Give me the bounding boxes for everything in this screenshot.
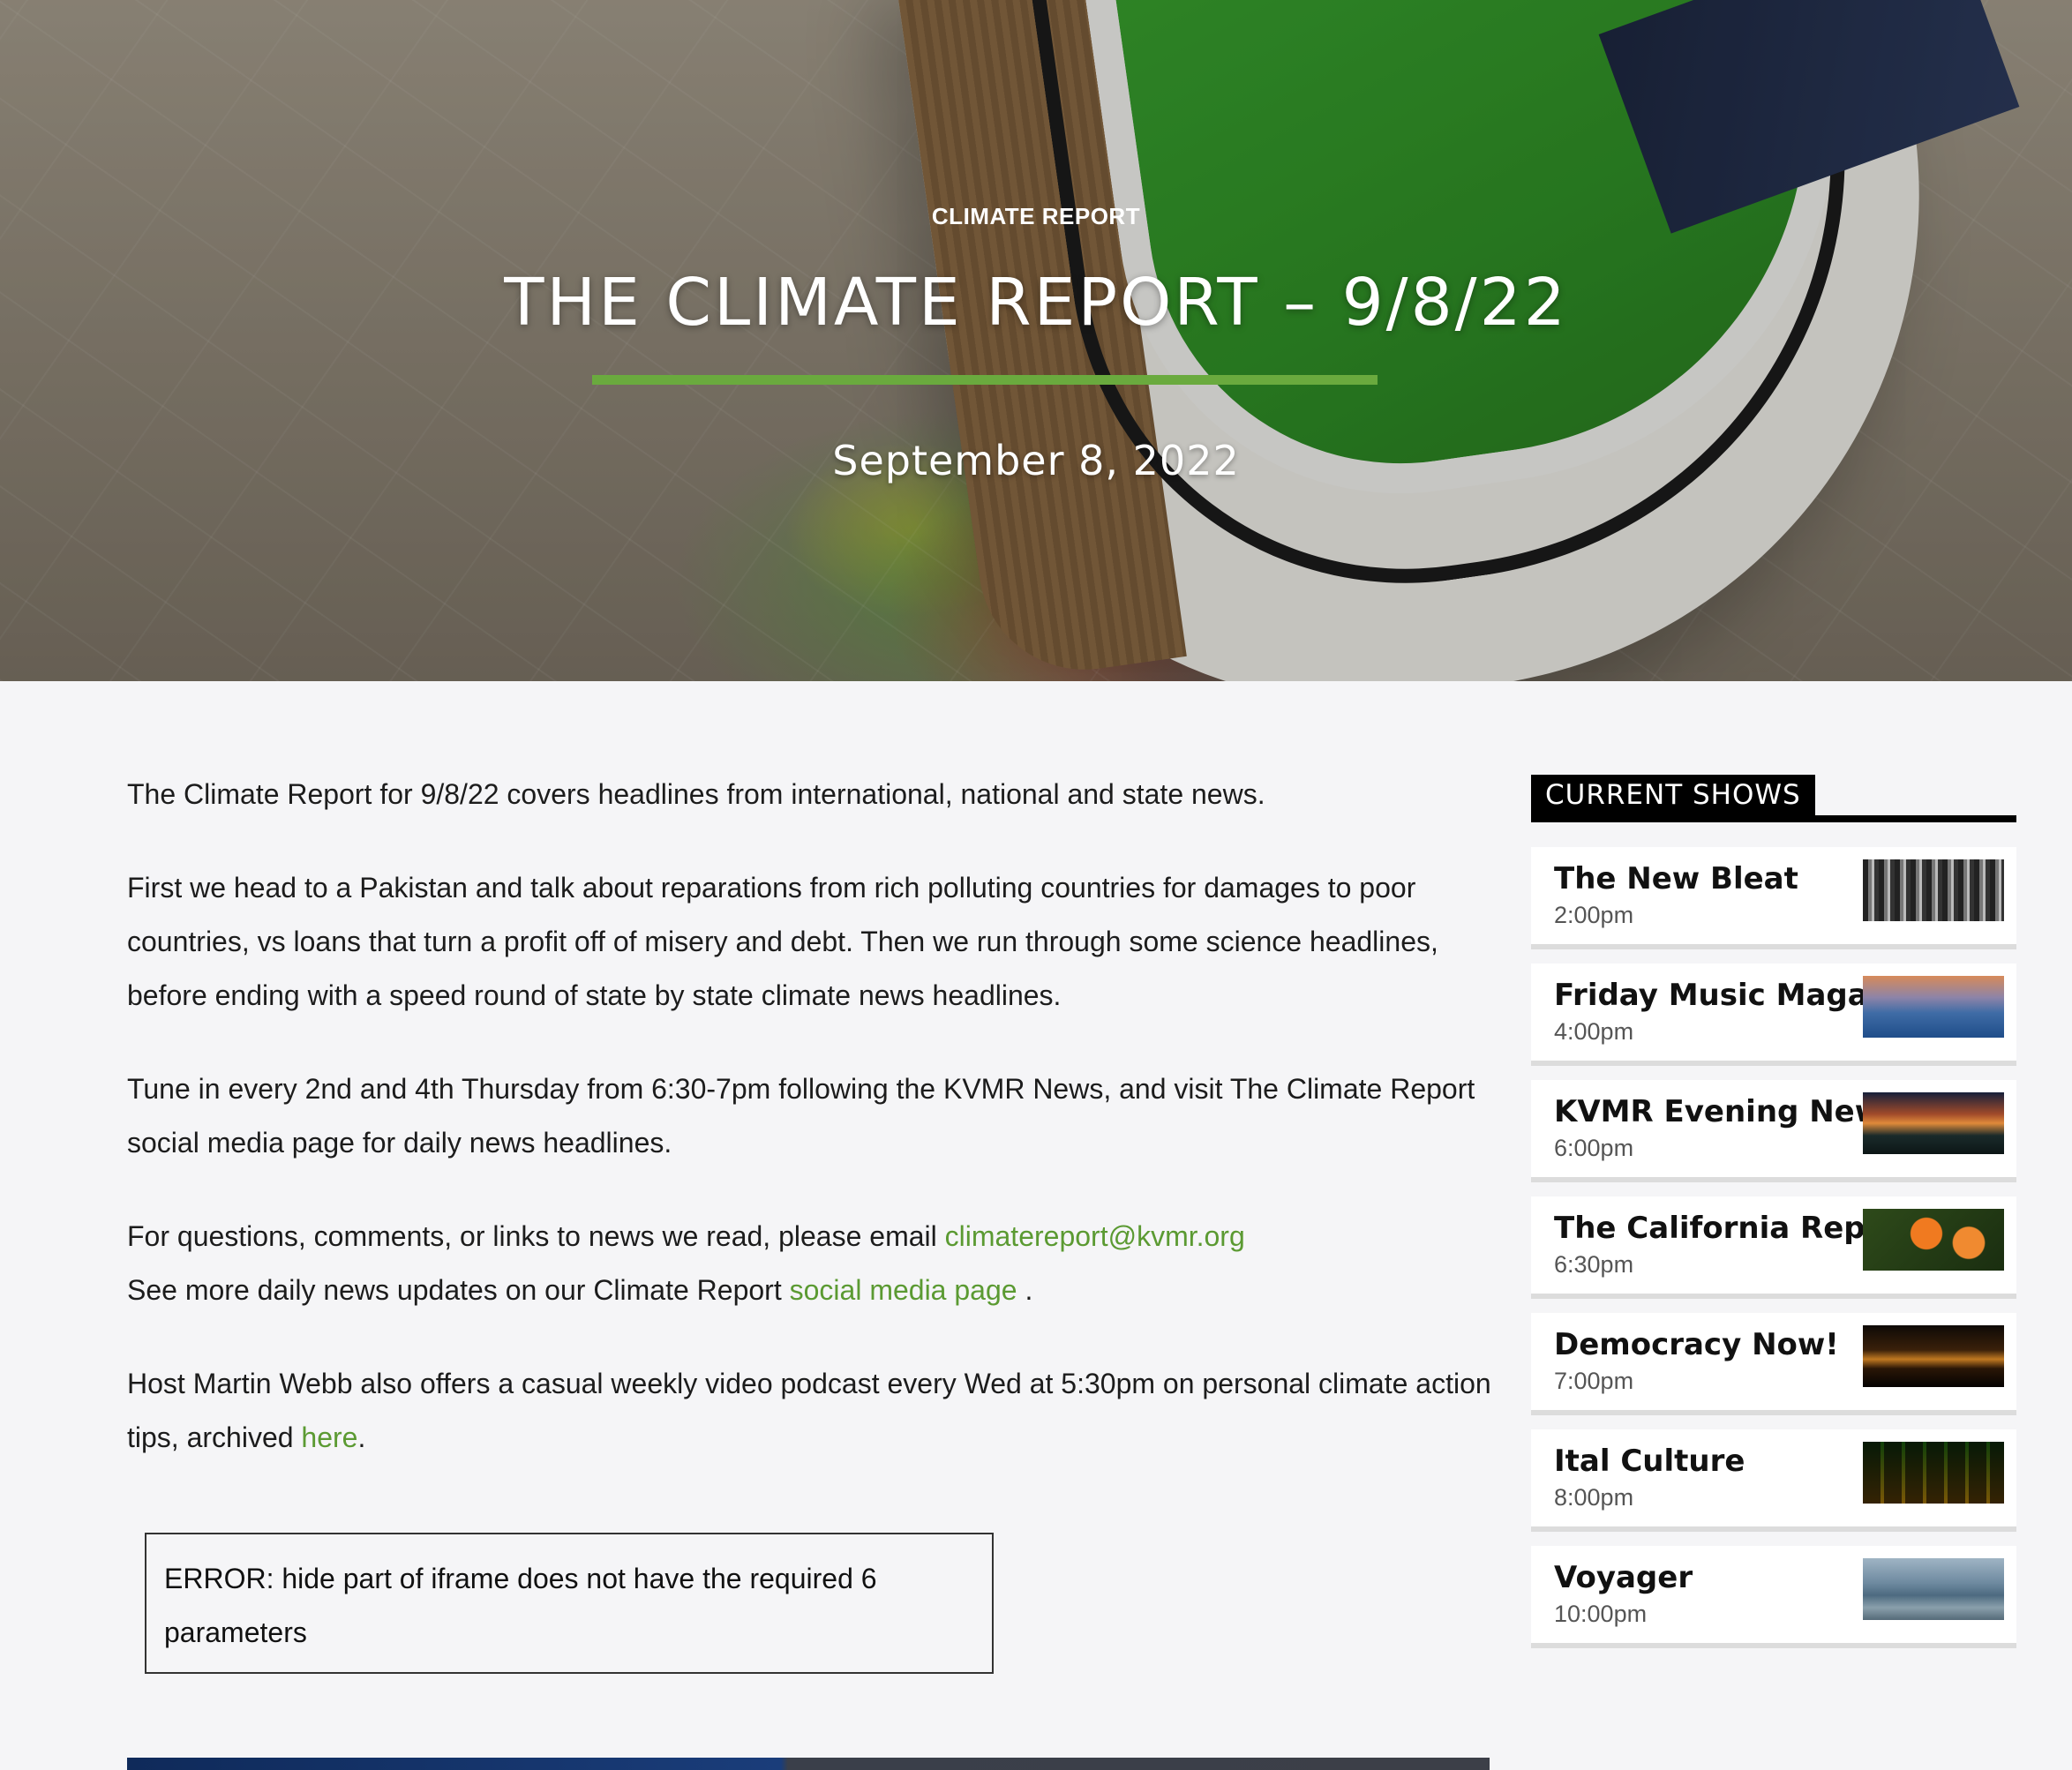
show-name[interactable]: Democracy Now! xyxy=(1554,1327,1839,1362)
show-time: 2:00pm xyxy=(1554,902,1634,928)
show-item[interactable]: Voyager 10:00pm xyxy=(1531,1546,2016,1648)
iframe-error-message: ERROR: hide part of iframe does not have… xyxy=(164,1563,877,1648)
show-name[interactable]: The California Report xyxy=(1554,1211,1915,1246)
show-thumbnail[interactable] xyxy=(1863,1442,2004,1504)
podcast-text-suffix: . xyxy=(357,1421,366,1453)
show-thumbnail[interactable] xyxy=(1863,976,2004,1038)
show-time: 10:00pm xyxy=(1554,1601,1648,1627)
iframe-error-box: ERROR: hide part of iframe does not have… xyxy=(145,1533,994,1674)
show-time: 6:00pm xyxy=(1554,1135,1634,1161)
post-date: September 8, 2022 xyxy=(832,437,1240,484)
podcast-archive-link[interactable]: here xyxy=(301,1421,357,1453)
show-item[interactable]: Democracy Now! 7:00pm xyxy=(1531,1313,2016,1415)
show-time: 4:00pm xyxy=(1554,1018,1634,1045)
article-paragraph: First we head to a Pakistan and talk abo… xyxy=(127,872,1438,1011)
current-shows-widget: CURRENT SHOWS The New Bleat 2:00pm Frida… xyxy=(1531,775,2016,1648)
show-thumbnail[interactable] xyxy=(1863,1558,2004,1620)
article-paragraph: The Climate Report for 9/8/22 covers hea… xyxy=(127,778,1265,810)
article-paragraph-podcast: Host Martin Webb also offers a casual we… xyxy=(127,1357,1504,1465)
page-title: THE CLIMATE REPORT – 9/8/22 xyxy=(504,265,1568,341)
show-thumbnail[interactable] xyxy=(1863,1092,2004,1154)
show-item[interactable]: The New Bleat 2:00pm xyxy=(1531,847,2016,949)
show-name[interactable]: Ital Culture xyxy=(1554,1444,1745,1479)
show-thumbnail[interactable] xyxy=(1863,859,2004,921)
show-name[interactable]: KVMR Evening News xyxy=(1554,1094,1900,1129)
show-thumbnail[interactable] xyxy=(1863,1325,2004,1387)
social-media-link[interactable]: social media page xyxy=(790,1274,1017,1306)
show-time: 7:00pm xyxy=(1554,1368,1634,1394)
show-thumbnail[interactable] xyxy=(1863,1209,2004,1271)
embedded-player-top-edge[interactable] xyxy=(127,1758,1490,1770)
show-item[interactable]: Ital Culture 8:00pm xyxy=(1531,1429,2016,1532)
show-item[interactable]: KVMR Evening News 6:00pm xyxy=(1531,1080,2016,1182)
show-item[interactable]: The California Report 6:30pm xyxy=(1531,1196,2016,1299)
article-paragraph: Tune in every 2nd and 4th Thursday from … xyxy=(127,1073,1475,1159)
show-name[interactable]: Voyager xyxy=(1554,1560,1693,1595)
post-category[interactable]: CLIMATE REPORT xyxy=(0,203,2072,230)
contact-text: For questions, comments, or links to new… xyxy=(127,1220,945,1252)
article-paragraph-contact: For questions, comments, or links to new… xyxy=(127,1210,1504,1317)
show-name[interactable]: The New Bleat xyxy=(1554,861,1798,896)
social-text: See more daily news updates on our Clima… xyxy=(127,1274,790,1306)
article-body: The Climate Report for 9/8/22 covers hea… xyxy=(127,768,1504,1504)
current-shows-heading-label: CURRENT SHOWS xyxy=(1531,775,1815,815)
social-text-suffix: . xyxy=(1017,1274,1033,1306)
title-underline xyxy=(592,375,1378,385)
current-shows-heading: CURRENT SHOWS xyxy=(1531,775,2016,822)
hero-banner: CLIMATE REPORT THE CLIMATE REPORT – 9/8/… xyxy=(0,0,2072,681)
show-item[interactable]: Friday Music Magazine 4:00pm xyxy=(1531,964,2016,1066)
hero-overlay xyxy=(0,0,2072,681)
show-time: 6:30pm xyxy=(1554,1251,1634,1278)
show-time: 8:00pm xyxy=(1554,1484,1634,1511)
email-link[interactable]: climatereport@kvmr.org xyxy=(945,1220,1245,1252)
